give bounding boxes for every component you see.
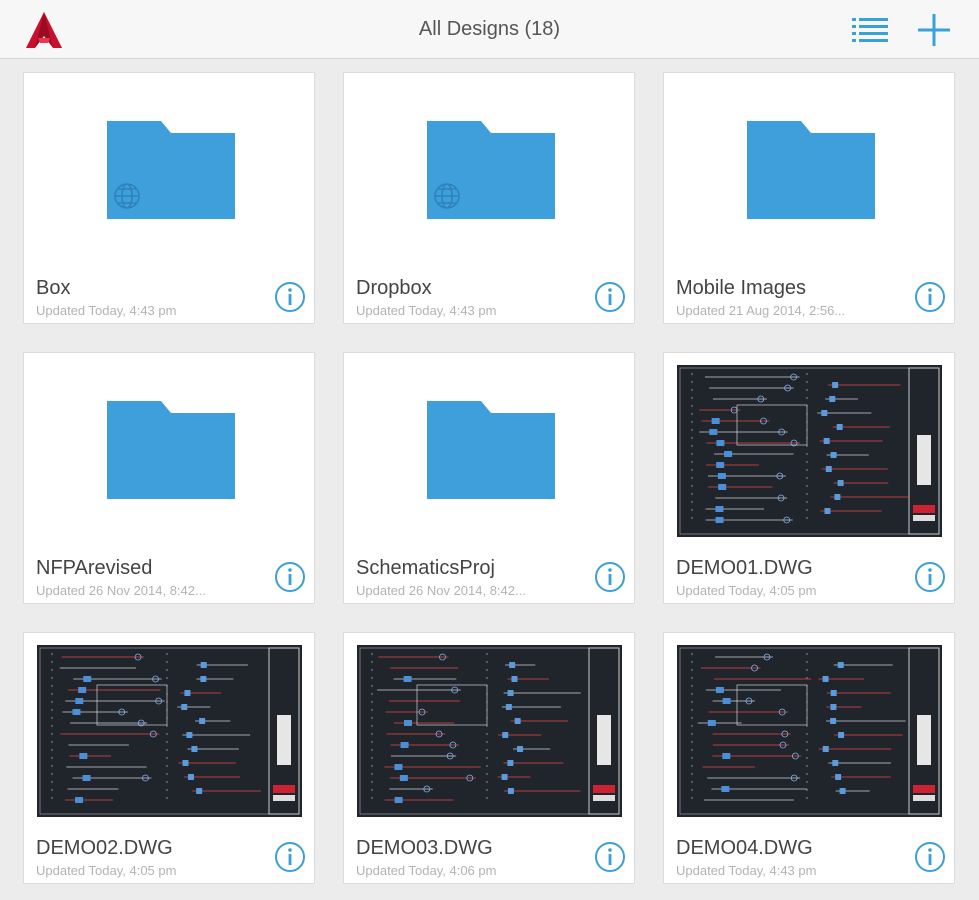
item-name: DEMO04.DWG <box>676 837 813 859</box>
drawing-preview <box>677 365 942 537</box>
item-updated: Updated Today, 4:05 pm <box>36 863 177 878</box>
item-updated: Updated Today, 4:06 pm <box>356 863 497 878</box>
item-updated: Updated 26 Nov 2014, 8:42... <box>356 583 526 598</box>
info-icon[interactable] <box>594 841 626 873</box>
drawing-tile[interactable]: DEMO01.DWG Updated Today, 4:05 pm <box>663 352 955 604</box>
add-button[interactable] <box>914 12 954 48</box>
info-icon[interactable] <box>914 841 946 873</box>
info-icon[interactable] <box>914 561 946 593</box>
drawing-tile[interactable]: DEMO02.DWG Updated Today, 4:05 pm <box>23 632 315 884</box>
drawing-tile[interactable]: DEMO03.DWG Updated Today, 4:06 pm <box>343 632 635 884</box>
folder-tile[interactable]: Dropbox Updated Today, 4:43 pm <box>343 72 635 324</box>
drawing-thumbnail <box>37 645 302 817</box>
folder-icon <box>427 401 555 499</box>
drawing-thumbnail <box>357 645 622 817</box>
folder-tile[interactable]: SchematicsProj Updated 26 Nov 2014, 8:42.… <box>343 352 635 604</box>
item-updated: Updated Today, 4:43 pm <box>676 863 817 878</box>
item-name: Mobile Images <box>676 277 807 299</box>
item-updated: Updated Today, 4:05 pm <box>676 583 817 598</box>
info-icon[interactable] <box>914 281 946 313</box>
item-name: DEMO02.DWG <box>36 837 173 859</box>
item-name: Box <box>36 277 71 299</box>
info-icon[interactable] <box>594 281 626 313</box>
folder-icon <box>107 121 235 219</box>
item-name: Dropbox <box>356 277 432 299</box>
folder-tile[interactable]: Box Updated Today, 4:43 pm <box>23 72 315 324</box>
drawing-preview <box>357 645 622 817</box>
item-name: SchematicsProj <box>356 557 495 579</box>
drawing-thumbnail <box>677 645 942 817</box>
info-icon[interactable] <box>274 281 306 313</box>
top-bar: All Designs (18) <box>0 0 979 59</box>
item-updated: Updated 26 Nov 2014, 8:42... <box>36 583 206 598</box>
folder-icon <box>747 121 875 219</box>
info-icon[interactable] <box>274 841 306 873</box>
drawing-preview <box>37 645 302 817</box>
page-title: All Designs (18) <box>418 18 561 40</box>
item-name: DEMO03.DWG <box>356 837 493 859</box>
drawing-preview <box>677 645 942 817</box>
item-name: DEMO01.DWG <box>676 557 813 579</box>
folder-tile[interactable]: Mobile Images Updated 21 Aug 2014, 2:56..… <box>663 72 955 324</box>
info-icon[interactable] <box>274 561 306 593</box>
drawing-tile[interactable]: DEMO04.DWG Updated Today, 4:43 pm <box>663 632 955 884</box>
folder-tile[interactable]: NFPArevised Updated 26 Nov 2014, 8:42... <box>23 352 315 604</box>
drawing-thumbnail <box>677 365 942 537</box>
info-icon[interactable] <box>594 561 626 593</box>
item-name: NFPArevised <box>36 557 153 579</box>
item-updated: Updated Today, 4:43 pm <box>356 303 497 318</box>
folder-icon <box>427 121 555 219</box>
folder-icon <box>107 401 235 499</box>
list-view-icon[interactable] <box>850 14 890 46</box>
item-updated: Updated Today, 4:43 pm <box>36 303 177 318</box>
item-updated: Updated 21 Aug 2014, 2:56... <box>676 303 846 318</box>
